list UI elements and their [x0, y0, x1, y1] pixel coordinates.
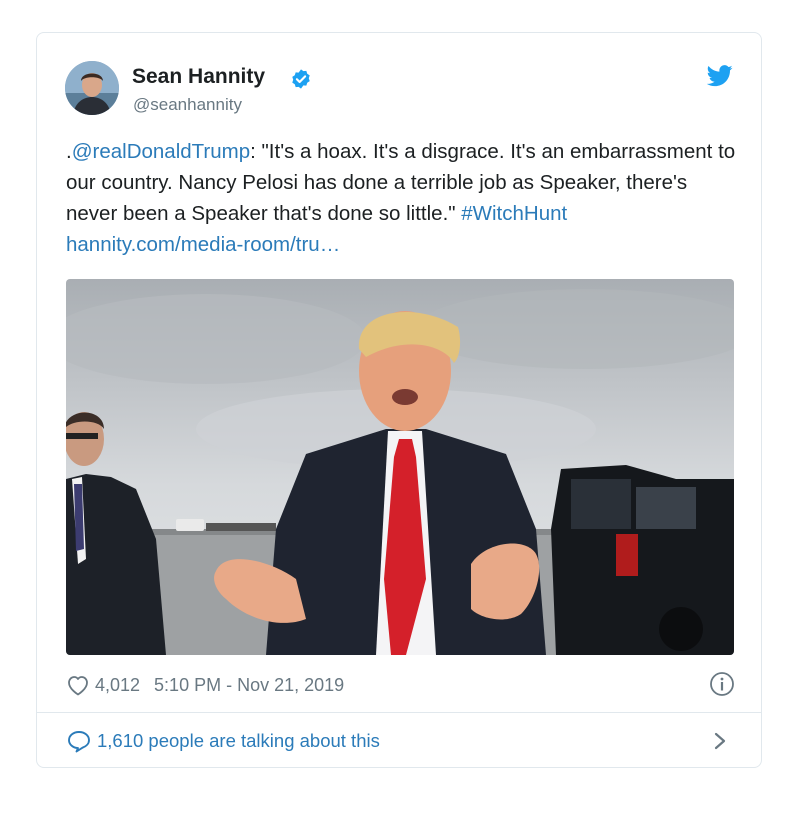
tweet-meta: 4,012 5:10 PM - Nov 21, 2019 [66, 672, 344, 698]
speech-bubble-icon [68, 731, 90, 753]
heart-icon[interactable] [66, 674, 90, 696]
chevron-right-icon[interactable] [713, 731, 727, 751]
twitter-bird-icon[interactable] [707, 65, 733, 87]
conversation-link[interactable]: 1,610 people are talking about this [66, 729, 380, 753]
divider [37, 712, 761, 713]
author-handle[interactable]: @seanhannity [133, 95, 242, 115]
url-link[interactable]: hannity.com/media-room/tru… [66, 233, 340, 256]
tweet-photo[interactable] [66, 279, 734, 655]
tweet-card: Sean Hannity @seanhannity .@realDonaldTr… [36, 32, 762, 768]
author-name[interactable]: Sean Hannity [132, 65, 265, 89]
hashtag-link[interactable]: #WitchHunt [461, 202, 567, 225]
conversation-label[interactable]: 1,610 people are talking about this [97, 730, 380, 752]
like-count[interactable]: 4,012 [95, 675, 140, 696]
avatar[interactable] [65, 61, 119, 115]
verified-badge-icon [292, 69, 310, 89]
mention-link[interactable]: @realDonaldTrump [72, 140, 250, 163]
tweet-text: .@realDonaldTrump: "It's a hoax. It's a … [66, 136, 738, 260]
info-icon[interactable] [709, 671, 735, 697]
timestamp-link[interactable]: 5:10 PM - Nov 21, 2019 [154, 675, 344, 696]
